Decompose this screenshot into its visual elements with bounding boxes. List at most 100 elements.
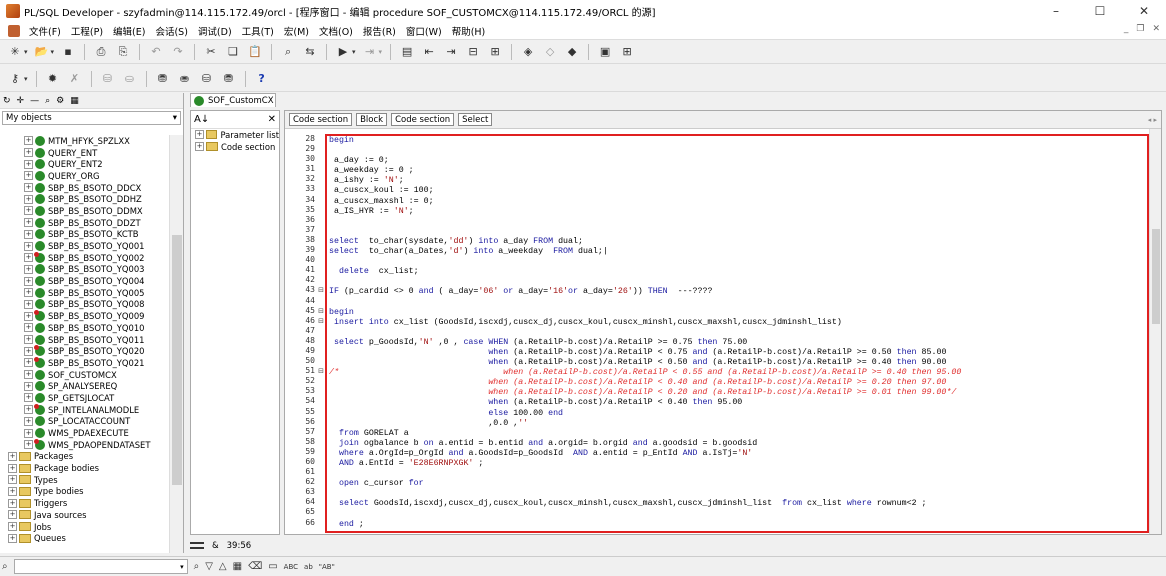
expand-icon[interactable]: + (24, 299, 33, 309)
fold-marker[interactable] (317, 164, 325, 174)
code-line[interactable]: when (a.RetailP-b.cost)/a.RetailP < 0.20… (327, 388, 1147, 398)
tree-item-object[interactable]: + SP_GETSJLOCAT (0, 392, 168, 404)
open-folder-icon[interactable]: 📂 (33, 43, 51, 61)
fold-marker[interactable] (317, 437, 325, 447)
rollback-icon[interactable]: ⛀ (121, 70, 139, 88)
tree-item-object[interactable]: + SBP_BS_BSOTO_YQ005 (0, 287, 168, 299)
tree-item-parameter-list[interactable]: + Parameter list (191, 129, 279, 141)
fold-marker[interactable] (317, 386, 325, 396)
tree-item-object[interactable]: + SP_ANALYSEREQ (0, 380, 168, 392)
uncomment-icon[interactable]: ⊞ (486, 43, 504, 61)
tree-item-object[interactable]: + SBP_BS_BSOTO_YQ010 (0, 322, 168, 334)
maximize-button[interactable]: ☐ (1078, 0, 1122, 22)
document-icon[interactable] (8, 24, 20, 37)
clear-icon[interactable]: ⌫ (248, 561, 262, 572)
close-button[interactable]: ✕ (1122, 0, 1166, 22)
fold-marker[interactable] (317, 407, 325, 417)
indent-icon[interactable]: ⇤ (420, 43, 438, 61)
expand-icon[interactable]: + (24, 393, 33, 403)
code-line[interactable] (327, 217, 1147, 227)
fold-marker[interactable] (317, 447, 325, 457)
query-disabled-icon[interactable]: ◇ (541, 43, 559, 61)
editor-scrollbar[interactable] (1149, 129, 1161, 534)
menu-session[interactable]: 会话(S) (150, 24, 192, 38)
sort-icon[interactable]: A↓ (194, 114, 209, 125)
expand-icon[interactable]: + (24, 381, 33, 391)
code-line[interactable]: /* when (a.RetailP-b.cost)/a.RetailP < 0… (327, 368, 1147, 378)
expand-icon[interactable]: + (24, 218, 33, 228)
fold-marker[interactable] (317, 235, 325, 245)
code-line[interactable]: begin (327, 308, 1147, 318)
execute-icon[interactable]: ▶ (334, 43, 352, 61)
menu-macro[interactable]: 宏(M) (279, 24, 314, 38)
code-text-area[interactable]: begin a_day := 0; a_weekday := 0 ; a_ish… (325, 134, 1149, 533)
fold-marker[interactable] (317, 518, 325, 528)
fold-marker[interactable]: ⊟ (317, 366, 325, 376)
code-line[interactable]: else 100.00 end (327, 409, 1147, 419)
code-line[interactable] (327, 227, 1147, 237)
code-line[interactable] (327, 277, 1147, 287)
code-line[interactable]: from GORELAT a (327, 429, 1147, 439)
code-line[interactable]: when (a.RetailP-b.cost)/a.RetailP < 0.40… (327, 398, 1147, 408)
code-line[interactable]: delete cx_list; (327, 267, 1147, 277)
mdi-close-button[interactable]: ✕ (1152, 24, 1160, 34)
fold-marker[interactable] (317, 205, 325, 215)
expand-icon[interactable]: + (24, 358, 33, 368)
session-icon[interactable]: ⛃ (220, 70, 238, 88)
fold-marker[interactable] (317, 225, 325, 235)
tree-item-object[interactable]: + QUERY_ORG (0, 170, 168, 182)
add-icon[interactable]: ✛ (17, 96, 25, 106)
scrollbar-thumb[interactable] (1152, 229, 1160, 324)
code-line[interactable]: a_cuscx_maxshl := 0; (327, 197, 1147, 207)
match-case-icon[interactable]: ▭ (268, 561, 277, 572)
copy-icon[interactable]: ❏ (224, 43, 242, 61)
export-dropdown[interactable]: ▾ (379, 48, 383, 56)
tree-item-object[interactable]: + SBP_BS_BSOTO_YQ001 (0, 240, 168, 252)
expand-icon[interactable]: + (24, 241, 33, 251)
fold-marker[interactable] (317, 296, 325, 306)
fold-marker[interactable] (317, 245, 325, 255)
fold-marker[interactable] (317, 356, 325, 366)
expand-icon[interactable]: + (24, 194, 33, 204)
fold-marker[interactable]: ⊟ (317, 285, 325, 295)
expand-icon[interactable]: + (24, 229, 33, 239)
code-line[interactable] (327, 489, 1147, 499)
expand-icon[interactable]: + (24, 440, 33, 450)
find-input[interactable]: ▾ (13, 559, 188, 574)
tree-item-folder[interactable]: + Packages (0, 451, 168, 463)
code-line[interactable]: insert into cx_list (GoodsId,iscxdj,cusc… (327, 318, 1147, 328)
find-previous-icon[interactable]: △ (219, 561, 227, 572)
expand-icon[interactable]: + (24, 159, 33, 169)
expand-icon[interactable]: + (195, 130, 204, 140)
fold-marker[interactable] (317, 336, 325, 346)
code-line[interactable]: select GoodsId,iscxdj,cuscx_dj,cuscx_kou… (327, 499, 1147, 509)
section-nav-arrows[interactable]: ◂ ▸ (1148, 116, 1157, 124)
find-binoculars-icon[interactable]: ⌕ (45, 96, 50, 106)
fold-marker[interactable] (317, 275, 325, 285)
code-line[interactable] (327, 328, 1147, 338)
code-line[interactable]: AND a.EntId = 'E28E6RNPXGK' ; (327, 459, 1147, 469)
expand-icon[interactable]: + (24, 148, 33, 158)
remove-icon[interactable]: — (30, 96, 39, 106)
code-line[interactable]: a_day := 0; (327, 156, 1147, 166)
fold-marker[interactable] (317, 174, 325, 184)
tree-item-object[interactable]: + MTM_HFYK_SPZLXX (0, 135, 168, 147)
fold-marker[interactable] (317, 376, 325, 386)
tree-item-object[interactable]: + WMS_PDAEXECUTE (0, 427, 168, 439)
tree-item-object[interactable]: + WMS_PDAOPENDATASET (0, 438, 168, 451)
code-line[interactable]: begin (327, 136, 1147, 146)
tree-item-code-section[interactable]: + Code section (191, 141, 279, 153)
menu-debug[interactable]: 调试(D) (193, 24, 237, 38)
tree-item-folder[interactable]: + Types (0, 474, 168, 486)
new-dropdown[interactable]: ▾ (24, 48, 28, 56)
menu-tools[interactable]: 工具(T) (237, 24, 279, 38)
tree-item-object[interactable]: + SBP_BS_BSOTO_DDHZ (0, 193, 168, 205)
help-icon[interactable]: ? (253, 70, 271, 88)
print-preview-icon[interactable]: ⎘ (114, 43, 132, 61)
code-line[interactable] (327, 146, 1147, 156)
code-line[interactable] (327, 298, 1147, 308)
expand-icon[interactable]: + (24, 253, 33, 263)
code-line[interactable] (327, 257, 1147, 267)
fold-marker[interactable] (317, 184, 325, 194)
document-edit-icon[interactable]: ▤ (398, 43, 416, 61)
